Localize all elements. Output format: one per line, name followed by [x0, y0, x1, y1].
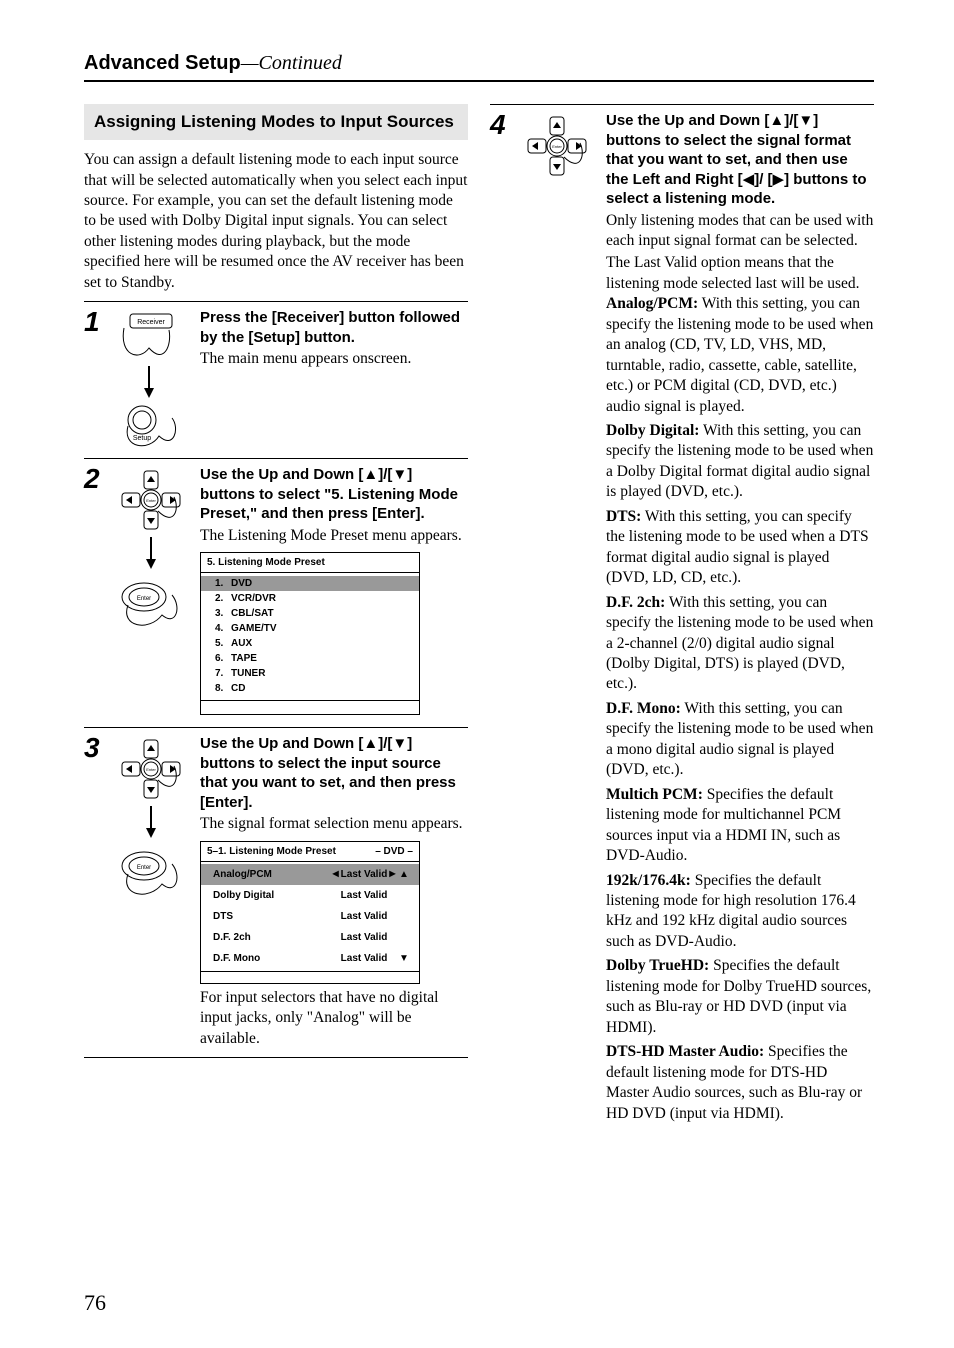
step-2-text: The Listening Mode Preset menu appears.	[200, 526, 468, 546]
divider	[84, 301, 468, 302]
right-column: 4 Enter Use	[490, 104, 874, 1128]
menu-item: 8.CD	[201, 681, 419, 696]
step-4: 4 Enter Use	[490, 109, 874, 1128]
header-bold: Advanced Setup	[84, 52, 241, 74]
intro-paragraph: You can assign a default listening mode …	[84, 150, 468, 293]
step-2-number: 2	[84, 463, 106, 493]
step-4-p2: The Last Valid option means that the lis…	[606, 253, 874, 294]
enter-button-label: Enter	[137, 596, 151, 602]
step-3-heading: Use the Up and Down [▲]/[▼] buttons to s…	[200, 734, 468, 812]
step-4-p1: Only listening modes that can be used wi…	[606, 211, 874, 252]
menu-item: 5.AUX	[201, 636, 419, 651]
setup-button-label: Setup	[133, 435, 151, 442]
definition-item: Analog/PCM: With this setting, you can s…	[606, 294, 874, 417]
menu-item: 6.TAPE	[201, 651, 419, 666]
menu2-title-left: 5–1. Listening Mode Preset	[207, 845, 336, 858]
menu-item: 1.DVD	[201, 576, 419, 591]
section-title: Assigning Listening Modes to Input Sourc…	[84, 104, 468, 140]
definition-item: Dolby Digital: With this setting, you ca…	[606, 421, 874, 503]
step-2-illustration: Enter Enter	[114, 463, 192, 687]
svg-text:Enter: Enter	[137, 865, 151, 871]
divider	[84, 458, 468, 459]
step-3-illustration: Enter Enter	[114, 732, 192, 956]
step-3-number: 3	[84, 732, 106, 762]
signal-format-menu: 5–1. Listening Mode Preset – DVD – Analo…	[200, 841, 420, 984]
svg-text:Enter: Enter	[552, 144, 562, 149]
menu-item: 4.GAME/TV	[201, 621, 419, 636]
receiver-button-label: Receiver	[137, 319, 165, 326]
step-1-text: The main menu appears onscreen.	[200, 349, 468, 369]
step-1: 1 Receiver Setup Press the [Receiver] bu…	[84, 306, 468, 450]
svg-text:Enter: Enter	[146, 767, 156, 772]
signal-format-row: Dolby DigitalLast Valid	[201, 885, 419, 906]
step-3-text: The signal format selection menu appears…	[200, 814, 468, 834]
menu2-title-right: – DVD –	[375, 845, 413, 858]
step-1-heading: Press the [Receiver] button followed by …	[200, 308, 468, 347]
definition-item: Multich PCM: Specifies the default liste…	[606, 785, 874, 867]
definition-item: DTS: With this setting, you can specify …	[606, 507, 874, 589]
divider	[490, 104, 874, 105]
step-4-illustration: Enter	[520, 109, 598, 223]
divider	[84, 1057, 468, 1058]
step-3-after: For input selectors that have no digital…	[200, 988, 468, 1049]
step-2: 2 Enter	[84, 463, 468, 719]
definition-item: 192k/176.4k: Specifies the default liste…	[606, 871, 874, 953]
menu-item: 3.CBL/SAT	[201, 606, 419, 621]
definition-item: D.F. Mono: With this setting, you can sp…	[606, 699, 874, 781]
step-4-heading: Use the Up and Down [▲]/[▼] buttons to s…	[606, 111, 874, 209]
step-1-illustration: Receiver Setup	[114, 306, 192, 450]
step-1-number: 1	[84, 306, 106, 336]
left-column: Assigning Listening Modes to Input Sourc…	[84, 104, 468, 1128]
header-italic: Continued	[259, 52, 342, 74]
menu-item: 7.TUNER	[201, 666, 419, 681]
page-header: Advanced Setup—Continued	[84, 50, 874, 82]
signal-format-row: D.F. 2chLast Valid	[201, 927, 419, 948]
signal-format-row: D.F. MonoLast Valid▼	[201, 948, 419, 969]
menu-title: 5. Listening Mode Preset	[201, 553, 419, 573]
menu-item: 2.VCR/DVR	[201, 591, 419, 606]
step-3: 3 Enter	[84, 732, 468, 1049]
definition-item: D.F. 2ch: With this setting, you can spe…	[606, 593, 874, 695]
page-number: 76	[84, 1289, 106, 1318]
signal-format-row: Analog/PCM◀Last Valid▶▲	[201, 864, 419, 885]
signal-format-row: DTSLast Valid	[201, 906, 419, 927]
svg-text:Enter: Enter	[146, 498, 156, 503]
divider	[84, 727, 468, 728]
definition-item: Dolby TrueHD: Specifies the default list…	[606, 956, 874, 1038]
listening-mode-preset-menu: 5. Listening Mode Preset 1.DVD2.VCR/DVR3…	[200, 552, 420, 715]
step-4-number: 4	[490, 109, 512, 139]
step-2-heading: Use the Up and Down [▲]/[▼] buttons to s…	[200, 465, 468, 524]
definition-item: DTS-HD Master Audio: Specifies the defau…	[606, 1042, 874, 1124]
